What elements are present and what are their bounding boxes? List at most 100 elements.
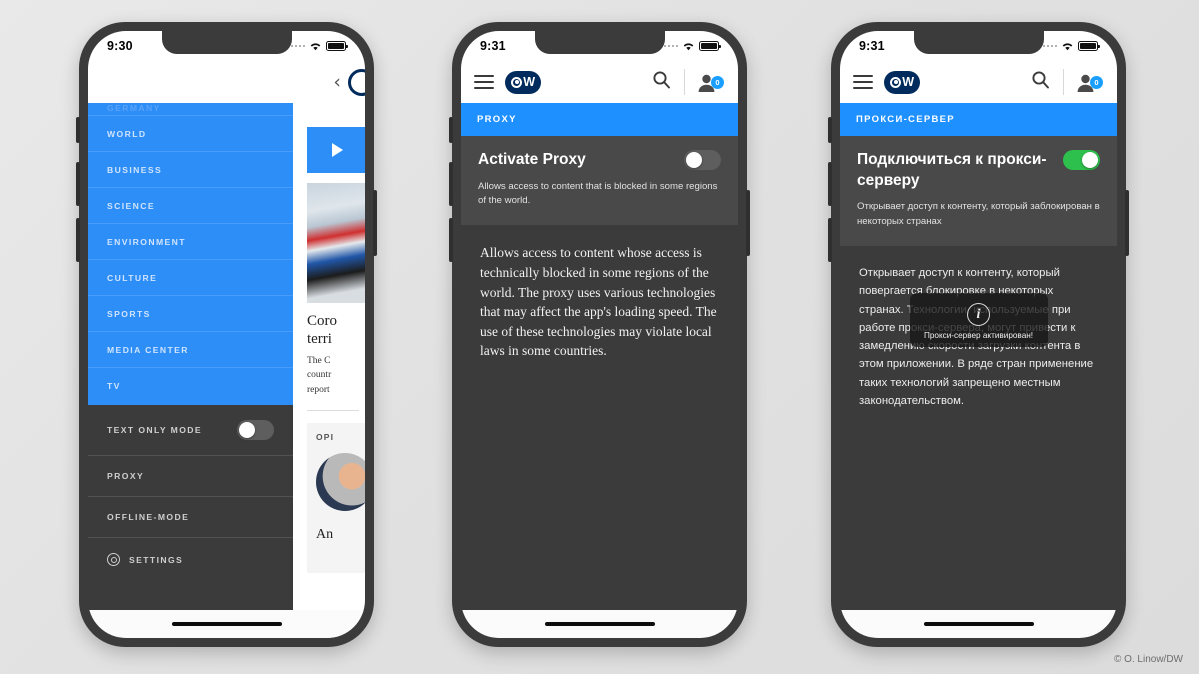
phone-1-top-bar: ‹ bbox=[88, 61, 365, 103]
sidebar-item-settings[interactable]: SETTINGS bbox=[88, 538, 293, 581]
volume-down-button[interactable] bbox=[449, 218, 453, 262]
phone-2: 9:31 W 0 PROXY Activate Proxy Allows acc… bbox=[449, 22, 750, 647]
play-icon bbox=[331, 143, 343, 157]
dw-logo-d bbox=[511, 76, 523, 88]
status-bar: 9:31 bbox=[840, 31, 1117, 61]
proxy-title: Activate Proxy bbox=[478, 151, 586, 168]
power-button[interactable] bbox=[746, 190, 750, 256]
signal-dots-icon bbox=[290, 44, 305, 48]
notch bbox=[161, 31, 292, 54]
video-tile[interactable] bbox=[306, 127, 365, 173]
proxy-title: Подключиться к прокси-серверу bbox=[857, 151, 1047, 189]
sidebar-item-label: OFFLINE-MODE bbox=[107, 512, 190, 522]
sidebar-item-tv[interactable]: TV bbox=[88, 368, 293, 403]
status-bar: 9:30 bbox=[88, 31, 365, 61]
gear-icon bbox=[107, 553, 120, 566]
headline-line-2: terri bbox=[306, 331, 332, 347]
article-thumbnail bbox=[306, 183, 365, 303]
proxy-toggle-row: Подключиться к прокси-серверу bbox=[857, 150, 1100, 191]
silent-switch[interactable] bbox=[449, 117, 453, 143]
user-account-button[interactable]: 0 bbox=[685, 72, 725, 93]
notification-badge: 0 bbox=[1090, 75, 1103, 89]
drawer-wrapper: GERMANY WORLD BUSINESS SCIENCE ENVIRONME… bbox=[88, 103, 365, 638]
teaser-line-1: The C bbox=[306, 356, 331, 366]
home-indicator[interactable] bbox=[544, 622, 655, 626]
sidebar-item-culture[interactable]: CULTURE bbox=[88, 260, 293, 296]
home-indicator-bar bbox=[840, 610, 1117, 638]
toast-notification: i Прокси-сервер активирован! bbox=[909, 293, 1048, 347]
signal-dots-icon bbox=[663, 44, 678, 48]
silent-switch[interactable] bbox=[76, 117, 80, 143]
phone-3-screen: 9:31 W 0 ПРОКСИ-СЕРВЕР Подключиться к пр… bbox=[840, 31, 1117, 638]
opinion-headline: An bbox=[315, 526, 334, 542]
dw-logo-icon[interactable]: W bbox=[884, 70, 920, 94]
dw-logo-w: W bbox=[902, 75, 914, 89]
home-indicator-bar bbox=[461, 610, 738, 638]
proxy-body-area: Allows access to content whose access is… bbox=[461, 225, 738, 638]
info-icon: i bbox=[967, 303, 990, 326]
hamburger-icon[interactable] bbox=[853, 74, 873, 90]
status-indicators bbox=[1042, 41, 1100, 51]
section-header: PROXY bbox=[461, 103, 738, 136]
chevron-left-icon[interactable]: ‹ bbox=[333, 72, 341, 92]
article-teaser: The C countr report bbox=[307, 354, 365, 397]
section-header: ПРОКСИ-СЕРВЕР bbox=[840, 103, 1117, 136]
sidebar-item-proxy[interactable]: PROXY bbox=[88, 456, 293, 497]
power-button[interactable] bbox=[1125, 190, 1129, 256]
search-icon[interactable] bbox=[639, 70, 684, 94]
phone-1: 9:30 ‹ GERMANY WORLD BUSINESS SCIENCE EN… bbox=[76, 22, 377, 647]
sidebar-item-sports[interactable]: SPORTS bbox=[88, 296, 293, 332]
dw-logo-icon[interactable] bbox=[348, 68, 365, 96]
volume-up-button[interactable] bbox=[828, 162, 832, 206]
status-time: 9:31 bbox=[480, 39, 506, 53]
silent-switch[interactable] bbox=[828, 117, 832, 143]
status-bar: 9:31 bbox=[461, 31, 738, 61]
volume-down-button[interactable] bbox=[828, 218, 832, 262]
sidebar-item-environment[interactable]: ENVIRONMENT bbox=[88, 224, 293, 260]
home-indicator[interactable] bbox=[171, 622, 282, 626]
sidebar-item-science[interactable]: SCIENCE bbox=[88, 188, 293, 224]
content-preview: Coro terri The C countr report OPI An bbox=[292, 103, 365, 638]
divider bbox=[306, 409, 359, 411]
dw-logo-w: W bbox=[523, 75, 535, 89]
wifi-icon bbox=[309, 41, 322, 51]
proxy-toggle-row: Activate Proxy bbox=[478, 150, 721, 171]
sidebar-item-world[interactable]: WORLD bbox=[88, 116, 293, 152]
sidebar-item-offline-mode[interactable]: OFFLINE-MODE bbox=[88, 497, 293, 538]
user-account-button[interactable]: 0 bbox=[1064, 72, 1104, 93]
home-indicator[interactable] bbox=[923, 622, 1034, 626]
volume-up-button[interactable] bbox=[76, 162, 80, 206]
volume-up-button[interactable] bbox=[449, 162, 453, 206]
wifi-icon bbox=[682, 41, 695, 51]
opinion-label: OPI bbox=[315, 431, 335, 442]
content-preview-inner: Coro terri The C countr report OPI An bbox=[293, 103, 365, 573]
activate-proxy-toggle[interactable] bbox=[684, 150, 721, 170]
sidebar-item-business[interactable]: BUSINESS bbox=[88, 152, 293, 188]
activate-proxy-toggle[interactable] bbox=[1063, 150, 1100, 170]
search-icon[interactable] bbox=[1018, 70, 1063, 94]
power-button[interactable] bbox=[373, 190, 377, 256]
phone-2-screen: 9:31 W 0 PROXY Activate Proxy Allows acc… bbox=[461, 31, 738, 638]
sidebar-item-media-center[interactable]: MEDIA CENTER bbox=[88, 332, 293, 368]
image-credit: © O. Linow/DW bbox=[1113, 654, 1183, 665]
sidebar-item-label: TEXT ONLY MODE bbox=[107, 425, 203, 435]
opinion-card[interactable]: OPI An bbox=[306, 422, 365, 573]
notification-badge: 0 bbox=[711, 75, 724, 89]
proxy-settings-panel: Activate Proxy Allows access to content … bbox=[461, 136, 738, 226]
phone-1-screen: 9:30 ‹ GERMANY WORLD BUSINESS SCIENCE EN… bbox=[88, 31, 365, 638]
teaser-line-2: countr bbox=[306, 370, 332, 381]
text-only-mode-toggle[interactable] bbox=[236, 420, 274, 440]
notch bbox=[534, 31, 665, 54]
dw-logo-d bbox=[890, 76, 902, 88]
status-indicators bbox=[290, 41, 348, 51]
dw-logo-icon[interactable]: W bbox=[505, 70, 541, 94]
proxy-body-text: Allows access to content whose access is… bbox=[480, 245, 717, 359]
sidebar-item-germany[interactable]: GERMANY bbox=[88, 103, 293, 116]
volume-down-button[interactable] bbox=[76, 218, 80, 262]
battery-icon bbox=[1078, 41, 1100, 51]
hamburger-icon[interactable] bbox=[474, 74, 494, 90]
status-time: 9:30 bbox=[107, 39, 133, 53]
wifi-icon bbox=[1061, 41, 1074, 51]
battery-icon bbox=[699, 41, 721, 51]
sidebar-item-text-only-mode[interactable]: TEXT ONLY MODE bbox=[88, 405, 293, 456]
